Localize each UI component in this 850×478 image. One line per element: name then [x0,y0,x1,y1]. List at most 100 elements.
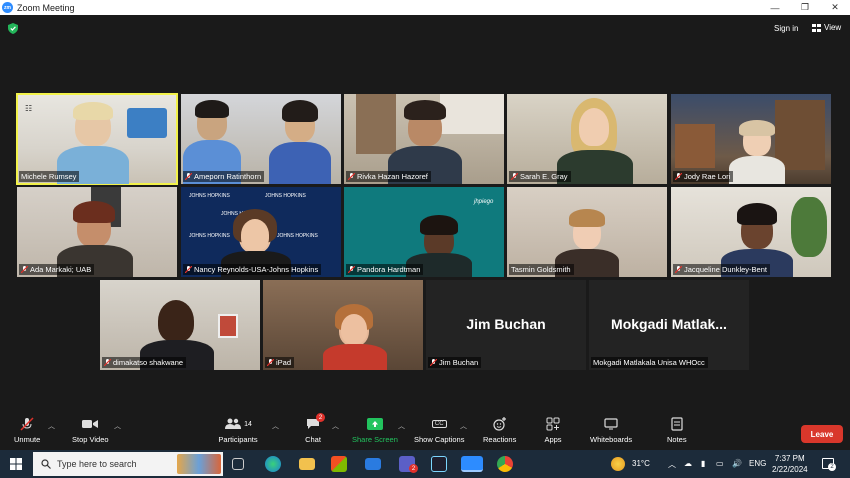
stop-video-label: Stop Video [72,435,109,444]
muted-mic-icon [675,266,682,273]
view-button[interactable]: View [812,23,841,32]
muted-mic-icon [430,359,437,366]
video-tile[interactable]: Mokgadi Matlak... Mokgadi Matlakala Unis… [589,280,749,370]
muted-mic-icon [21,266,28,273]
weather-temperature[interactable]: 31°C [632,459,650,468]
participant-name: Mokgadi Matlakala Unisa WHOcc [591,357,708,368]
teams-badge: 2 [409,464,418,473]
video-tile[interactable]: jhpiego Pandora Hardtman [344,187,504,277]
restore-button[interactable]: ❐ [790,0,820,15]
backdrop-logo: JOHNS HOPKINS [189,233,230,239]
participants-icon [225,418,242,429]
participant-name: Jim Buchan [428,357,482,368]
backdrop-logo: JOHNS HOPKINS [265,193,306,199]
muted-mic-icon [267,359,274,366]
network-icon[interactable]: ▭ [716,459,724,468]
backdrop-logo: JOHNS HOPKINS [277,233,318,239]
sign-in-link[interactable]: Sign in [774,24,798,33]
video-options-caret[interactable]: ︿ [114,421,121,431]
minimize-button[interactable]: — [760,0,790,15]
reactions-label: Reactions [483,435,517,444]
usb-device-icon[interactable]: ▮ [701,459,705,468]
whiteboard-icon [604,418,618,430]
video-tile[interactable]: Ada Markaki; UAB [17,187,177,277]
video-tile[interactable]: dimakatso shakwane [100,280,260,370]
language-indicator[interactable]: ENG [749,459,766,468]
search-icon [41,459,51,469]
search-placeholder: Type here to search [57,459,137,469]
backdrop-logo: jhpiego [474,199,494,205]
tray-overflow-chevron-icon[interactable]: ︿ [668,459,676,470]
mail-icon[interactable] [365,458,381,470]
muted-mic-icon [20,417,34,431]
apps-icon [546,417,560,431]
participant-name: Sarah E. Gray [509,171,571,182]
video-tile[interactable]: Sarah E. Gray [507,94,667,184]
chat-label: Chat [305,435,321,444]
shield-icon[interactable] [8,23,18,34]
participants-options-caret[interactable]: ︿ [272,421,279,431]
video-tile[interactable]: Jim Buchan Jim Buchan [426,280,586,370]
clock-time: 7:37 PM [774,454,805,463]
muted-mic-icon [185,266,192,273]
chat-button[interactable]: 2 Chat [304,413,325,444]
search-highlight-image [177,454,221,474]
close-button[interactable]: ✕ [820,0,850,15]
volume-icon[interactable]: 🔊 [732,459,742,468]
taskbar-clock[interactable]: 7:37 PM 2/22/2024 [772,453,808,475]
zoom-taskbar-icon[interactable] [461,456,483,472]
leave-button[interactable]: Leave [801,425,843,443]
onedrive-cloud-icon[interactable]: ☁ [684,459,692,468]
windows-start-icon[interactable] [10,458,22,470]
stop-video-button[interactable]: Stop Video [72,417,109,444]
video-tile[interactable]: ☷ Michele Rumsey [16,93,178,185]
reactions-button[interactable]: Reactions [483,417,516,444]
video-tile[interactable]: Jody Rae Lori [671,94,831,184]
participants-label: Participants [218,435,258,444]
share-screen-icon [366,418,383,430]
edge-browser-icon[interactable] [265,456,281,472]
muted-mic-icon [675,173,682,180]
teams-icon[interactable]: 2 [399,456,418,473]
video-tile[interactable]: Jacqueline Dunkley-Bent [671,187,831,277]
grid-icon [812,23,821,32]
microsoft-store-icon[interactable] [331,456,347,472]
muted-mic-icon [511,173,518,180]
whiteboards-button[interactable]: Whiteboards [590,417,632,444]
participant-display-name: Jim Buchan [466,316,546,332]
notes-label: Notes [667,435,687,444]
chrome-icon[interactable] [497,456,513,472]
windows-taskbar: Type here to search 2 31°C ︿ ☁ ▮ ▭ 🔊 ENG… [0,450,850,478]
audio-options-caret[interactable]: ︿ [48,421,55,431]
webex-icon[interactable] [431,456,447,472]
unmute-button[interactable]: Unmute [14,417,40,444]
video-tile[interactable]: Tasmin Goldsmith [507,187,667,277]
video-tile[interactable]: Ameporn Ratinthorn [181,94,341,184]
notes-button[interactable]: Notes [667,417,687,444]
participant-name: Pandora Hardtman [346,264,424,275]
share-screen-button[interactable]: Share Screen [352,417,398,444]
show-captions-button[interactable]: CC Show Captions [414,417,464,444]
task-view-icon[interactable] [232,458,244,470]
notes-icon [671,417,683,431]
video-tile[interactable]: iPad [263,280,423,370]
participant-name: Jody Rae Lori [673,171,734,182]
taskbar-search[interactable]: Type here to search [33,452,223,476]
participants-button[interactable]: 14 Participants [218,417,258,444]
apps-button[interactable]: Apps [544,417,562,444]
chat-options-caret[interactable]: ︿ [332,421,339,431]
meeting-area: Sign in View ☷ Michele Rumsey Ameporn Ra… [0,15,850,413]
weather-icon[interactable] [611,457,625,471]
participant-name: Nancy Reynolds-USA-Johns Hopkins [183,264,322,275]
video-tile[interactable]: Rivka Hazan Hazoref [344,94,504,184]
window-title: Zoom Meeting [17,2,75,13]
whiteboards-label: Whiteboards [590,435,633,444]
muted-mic-icon [104,359,111,366]
video-camera-icon [82,420,99,428]
video-tile[interactable]: JOHNS HOPKINS JOHNS HOPKINS JOHNS HOPKIN… [181,187,341,277]
participant-name: Tasmin Goldsmith [509,264,574,275]
share-options-caret[interactable]: ︿ [398,421,405,431]
file-explorer-icon[interactable] [299,458,315,470]
notification-center-icon[interactable]: 2 [822,458,836,471]
captions-options-caret[interactable]: ︿ [460,421,467,431]
